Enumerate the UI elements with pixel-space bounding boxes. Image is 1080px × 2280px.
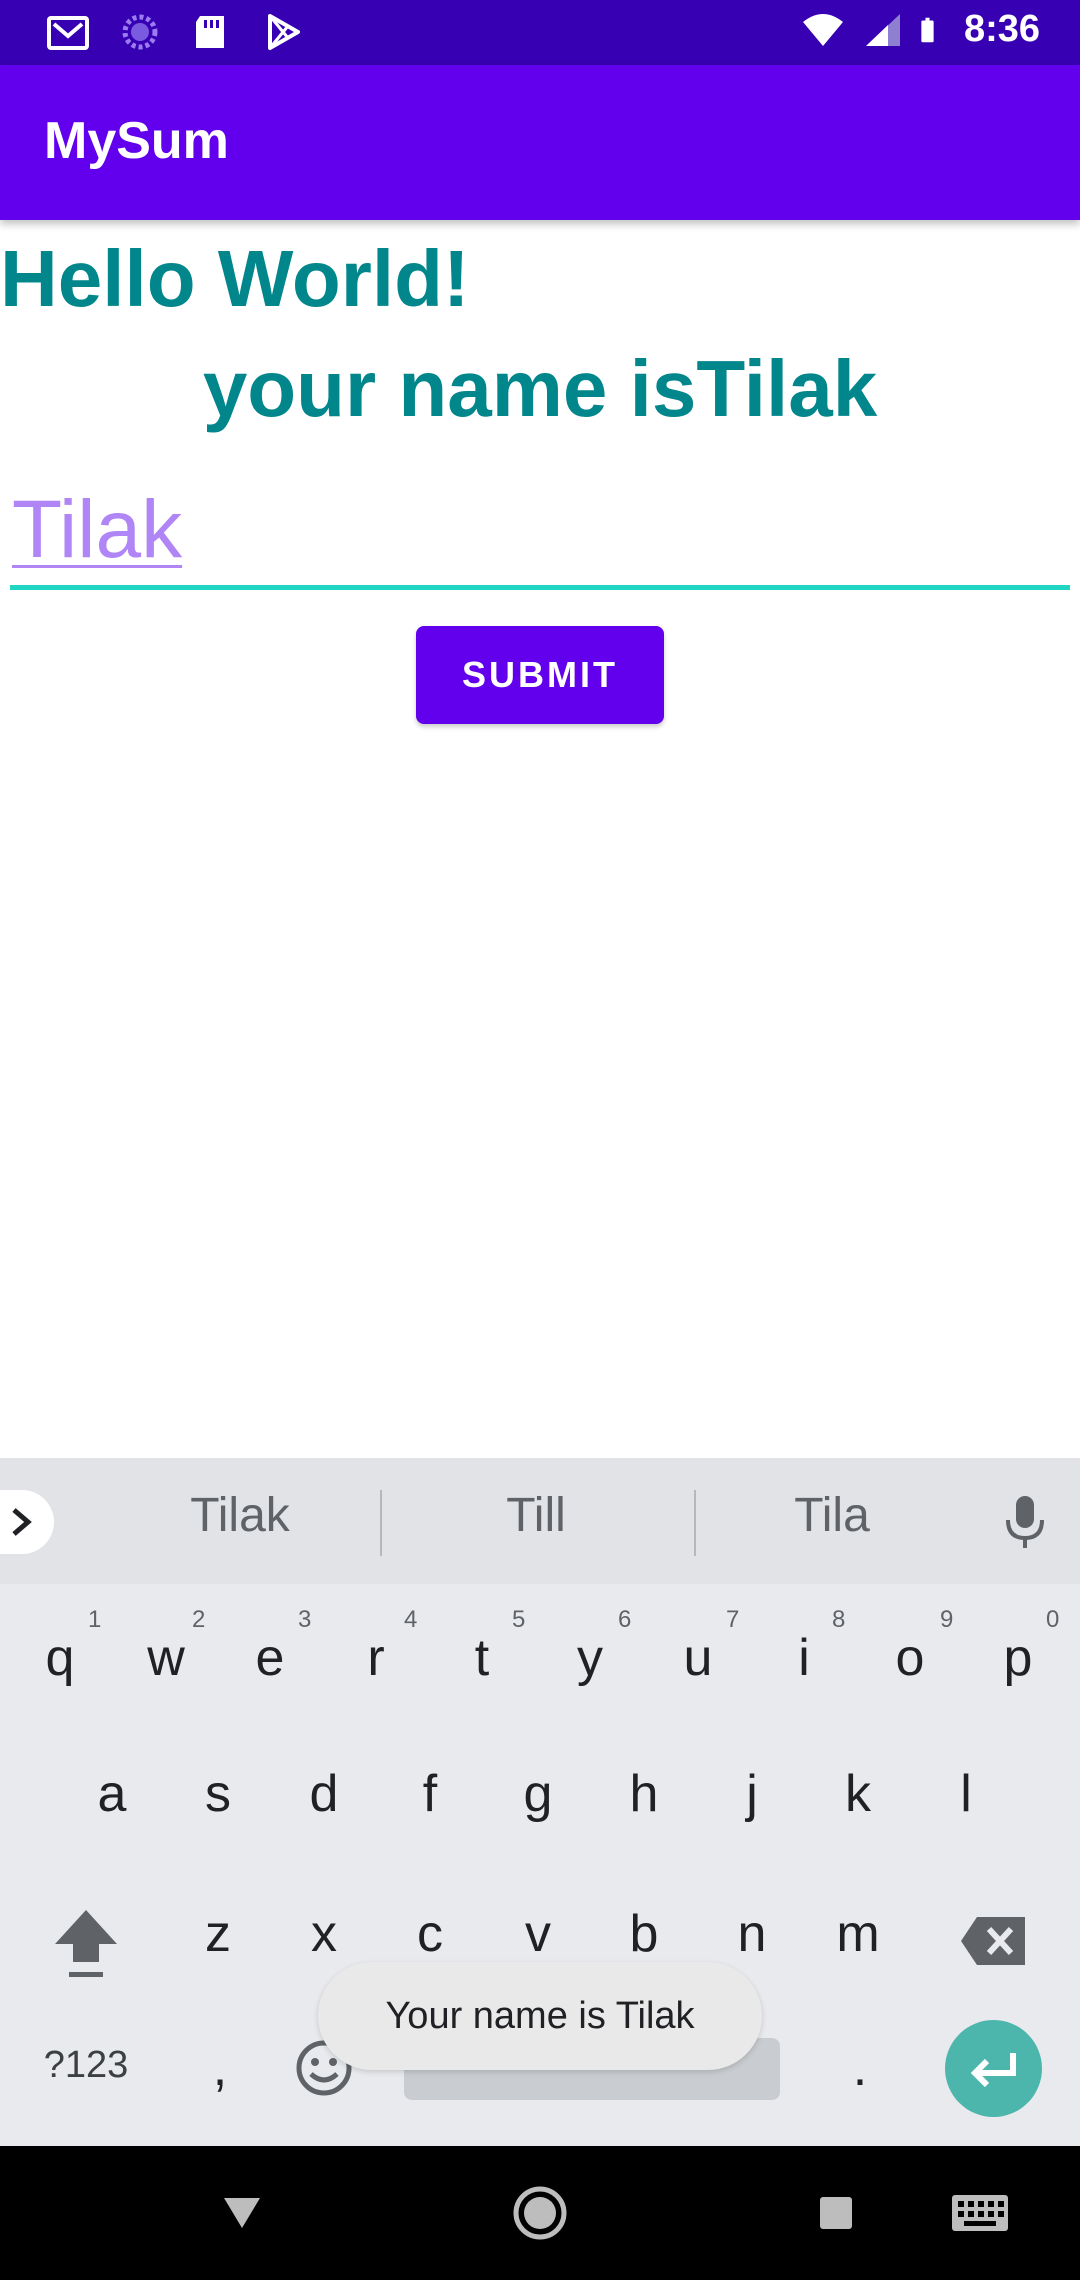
status-bar-left-icons <box>46 12 306 52</box>
key-hint: 6 <box>618 1606 632 1633</box>
key-v[interactable]: v <box>490 1904 586 1964</box>
key-q[interactable]: q <box>12 1628 108 1688</box>
suggestion-3[interactable]: Tila <box>692 1488 972 1543</box>
key-hint: 1 <box>88 1606 102 1633</box>
key-o[interactable]: o <box>862 1628 958 1688</box>
shift-key[interactable] <box>44 1904 128 1984</box>
sd-card-icon <box>196 16 224 48</box>
key-g[interactable]: g <box>490 1764 586 1824</box>
key-hint: 3 <box>298 1606 312 1633</box>
suggestion-divider <box>380 1490 382 1556</box>
recents-icon <box>820 2197 852 2229</box>
your-name-text: your name isTilak <box>202 344 878 433</box>
chevron-right-icon <box>12 1508 32 1536</box>
key-t[interactable]: t <box>434 1628 530 1688</box>
signal-icon <box>865 13 900 46</box>
key-z[interactable]: z <box>170 1904 266 1964</box>
home-icon <box>513 2186 567 2240</box>
key-hint: 0 <box>1046 1606 1060 1633</box>
key-j[interactable]: j <box>704 1764 800 1824</box>
key-n[interactable]: n <box>704 1904 800 1964</box>
back-button[interactable] <box>182 2146 302 2280</box>
key-x[interactable]: x <box>276 1904 372 1964</box>
key-a[interactable]: a <box>64 1764 160 1824</box>
status-time: 8:36 <box>963 8 1040 50</box>
backspace-icon <box>961 1917 1025 1965</box>
symbols-key[interactable]: ?123 <box>24 2044 148 2087</box>
suggestion-1[interactable]: Tilak <box>100 1488 380 1543</box>
key-period[interactable]: . <box>812 2038 908 2098</box>
key-hint: 7 <box>726 1606 740 1633</box>
key-k[interactable]: k <box>810 1764 906 1824</box>
shift-icon <box>55 1910 117 1977</box>
submit-button[interactable]: SUBMIT <box>416 626 664 724</box>
key-m[interactable]: m <box>810 1904 906 1964</box>
key-d[interactable]: d <box>276 1764 372 1824</box>
toast-message: Your name is Tilak <box>318 1962 762 2070</box>
keyboard-switch-button[interactable] <box>920 2146 1040 2280</box>
key-hint: 5 <box>512 1606 526 1633</box>
key-u[interactable]: u <box>650 1628 746 1688</box>
suggestion-2[interactable]: Till <box>396 1488 676 1543</box>
gmail-icon <box>47 16 89 50</box>
key-f[interactable]: f <box>382 1764 478 1824</box>
app-bar: MySum <box>0 65 1080 220</box>
key-w[interactable]: w <box>118 1628 214 1688</box>
keyboard-icon <box>952 2195 1008 2231</box>
backspace-key[interactable] <box>956 1908 1032 1974</box>
enter-icon <box>970 2052 1016 2087</box>
key-r[interactable]: r <box>328 1628 424 1688</box>
battery-icon <box>921 17 934 42</box>
key-h[interactable]: h <box>596 1764 692 1824</box>
hello-text: Hello World! <box>0 234 470 323</box>
status-bar-right-icons: 8:36 <box>798 8 1040 51</box>
app-title: MySum <box>44 112 229 170</box>
sync-icon <box>122 14 158 50</box>
key-p[interactable]: p <box>970 1628 1066 1688</box>
wifi-icon <box>802 13 843 46</box>
key-l[interactable]: l <box>918 1764 1014 1824</box>
key-hint: 2 <box>192 1606 206 1633</box>
key-hint: 8 <box>832 1606 846 1633</box>
recents-button[interactable] <box>776 2146 896 2280</box>
key-s[interactable]: s <box>170 1764 266 1824</box>
key-c[interactable]: c <box>382 1904 478 1964</box>
key-hint: 4 <box>404 1606 418 1633</box>
navigation-bar <box>0 2146 1080 2280</box>
key-b[interactable]: b <box>596 1904 692 1964</box>
home-button[interactable] <box>480 2146 600 2280</box>
key-i[interactable]: i <box>756 1628 852 1688</box>
status-bar: 8:36 <box>0 0 1080 65</box>
microphone-icon[interactable] <box>1000 1494 1050 1550</box>
key-comma[interactable]: , <box>172 2038 268 2098</box>
key-e[interactable]: e <box>222 1628 318 1688</box>
play-store-icon <box>268 14 300 50</box>
expand-toolbar-button[interactable] <box>0 1490 54 1554</box>
name-input-value[interactable]: Tilak <box>12 480 182 580</box>
suggestion-strip: Tilak Till Tila <box>0 1458 1080 1584</box>
back-icon <box>224 2198 260 2228</box>
key-y[interactable]: y <box>542 1628 638 1688</box>
key-hint: 9 <box>940 1606 954 1633</box>
enter-key[interactable] <box>945 2020 1042 2117</box>
